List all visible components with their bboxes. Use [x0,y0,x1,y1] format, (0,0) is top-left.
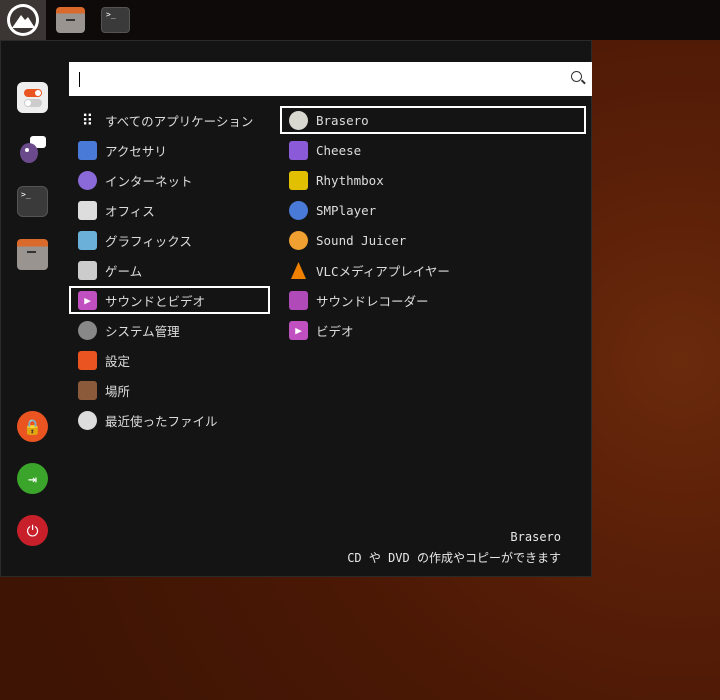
settings-icon[interactable] [17,82,48,113]
category-label: 最近使ったファイル [105,413,218,429]
category-item[interactable]: システム管理 [69,316,269,344]
recent-icon [78,410,97,430]
smplayer-icon [289,200,308,220]
category-label: 場所 [105,383,131,399]
category-item[interactable]: グラフィックス [69,226,269,254]
taskbar: >_ [0,0,720,40]
category-label: ゲーム [105,263,143,279]
files-icon[interactable] [17,239,48,270]
category-item[interactable]: ▶ サウンドとビデオ [69,286,270,314]
start-menu-button[interactable] [0,0,46,40]
category-label: グラフィックス [105,233,192,249]
shutdown-icon[interactable]: ⏻ [17,515,48,546]
app-label: Cheese [316,142,362,158]
places-icon [78,380,97,400]
search-input[interactable] [69,62,592,96]
rhythmbox-icon [289,170,308,190]
cheese-icon [289,140,308,160]
app-description-text: CD や DVD の作成やコピーができます [347,551,561,565]
office-icon [78,200,97,220]
category-item[interactable]: アクセサリ [69,136,269,164]
app-item[interactable]: Sound Juicer [280,226,586,254]
multimedia-icon: ▶ [78,290,97,310]
app-label: Sound Juicer [316,232,407,248]
app-label: SMPlayer [316,202,377,218]
category-label: 設定 [105,353,131,369]
category-item[interactable]: インターネット [69,166,269,194]
app-item[interactable]: ▶ ビデオ [280,316,586,344]
text-caret [79,71,80,87]
app-label: VLCメディアプレイヤー [316,263,450,279]
app-label: ビデオ [316,323,354,339]
brasero-icon [289,110,308,130]
app-label: Brasero [316,112,369,128]
category-label: アクセサリ [105,143,167,159]
vlc-icon [289,261,308,280]
category-item[interactable]: ゲーム [69,256,269,284]
app-item[interactable]: VLCメディアプレイヤー [280,256,586,284]
category-item[interactable]: 最近使ったファイル [69,406,269,434]
category-item[interactable]: 設定 [69,346,269,374]
category-item[interactable]: ⠿ すべてのアプリケーション [69,106,269,134]
category-label: オフィス [105,203,155,219]
pidgin-icon[interactable] [17,134,48,165]
logout-icon[interactable]: ⇥ [17,463,48,494]
video-icon: ▶ [289,320,308,340]
system-icon [78,320,97,340]
category-item[interactable]: 場所 [69,376,269,404]
sound-recorder-icon [289,290,308,310]
search-icon[interactable] [571,71,582,82]
app-item[interactable]: Rhythmbox [280,166,586,194]
file-manager-icon[interactable] [56,7,85,33]
accessories-icon [78,140,97,160]
app-item[interactable]: Cheese [280,136,586,164]
app-label: サウンドレコーダー [316,293,429,309]
category-label: サウンドとビデオ [105,293,206,309]
terminal-icon[interactable]: >_ [17,186,48,217]
category-label: すべてのアプリケーション [105,113,254,129]
grid-icon: ⠿ [81,110,94,130]
app-item[interactable]: サウンドレコーダー [280,286,586,314]
category-label: システム管理 [105,323,180,339]
graphics-icon [78,230,97,250]
mountain-logo-icon [7,4,39,36]
app-description-title: Brasero [510,530,561,544]
category-item[interactable]: オフィス [69,196,269,224]
terminal-icon[interactable]: >_ [101,7,130,33]
application-menu: >_ 🔒 ⇥ ⏻ ⠿ すべてのアプリケーション アクセサリインターネット オフィスグラ… [0,40,592,577]
app-label: Rhythmbox [316,172,384,188]
internet-icon [78,170,97,190]
games-icon [78,260,97,280]
lock-icon[interactable]: 🔒 [17,411,48,442]
settings-icon [78,350,97,370]
sound-juicer-icon [289,230,308,250]
category-label: インターネット [105,173,193,189]
app-item[interactable]: Brasero [280,106,586,134]
app-item[interactable]: SMPlayer [280,196,586,224]
